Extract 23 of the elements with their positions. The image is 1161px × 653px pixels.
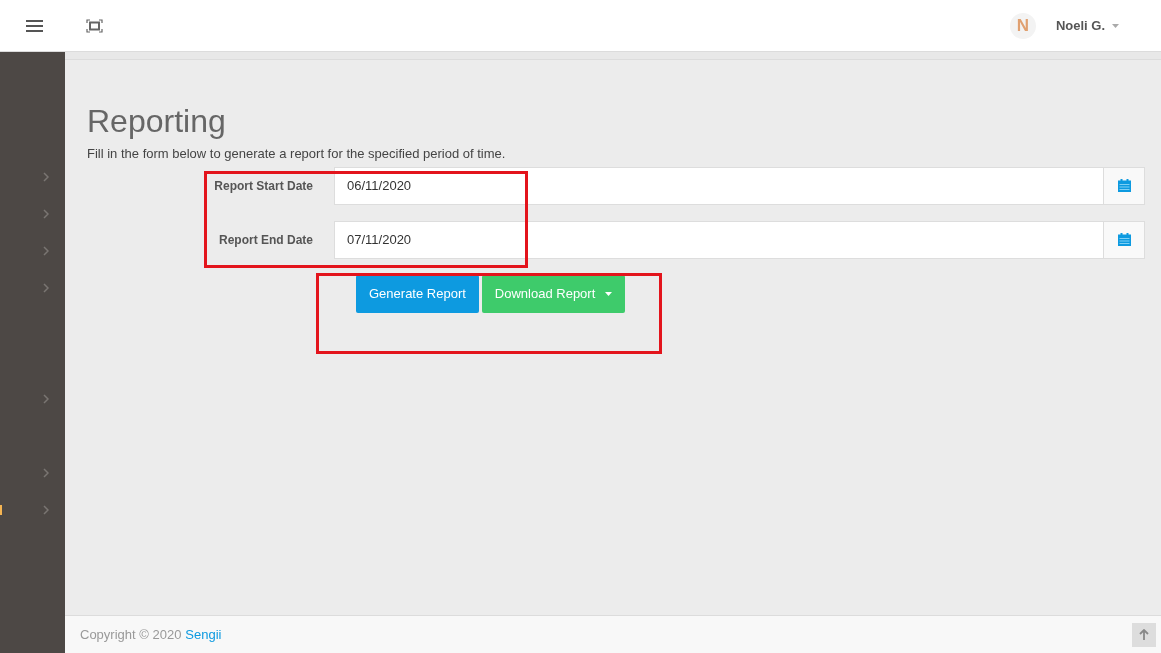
copyright-text: Copyright © 2020 xyxy=(80,625,182,644)
calendar-button[interactable] xyxy=(1103,221,1144,258)
caret-down-icon xyxy=(1112,23,1119,28)
scroll-top-button[interactable] xyxy=(1132,622,1156,647)
chevron-right-icon xyxy=(43,245,49,256)
fullscreen-icon[interactable] xyxy=(86,18,103,33)
chevron-right-icon xyxy=(43,208,49,219)
chevron-right-icon xyxy=(43,282,49,293)
chevron-right-icon xyxy=(43,467,49,478)
calendar-icon xyxy=(1117,233,1131,246)
page-description: Fill in the form below to generate a report for the specified period of time. xyxy=(87,145,507,163)
field-label: Report Start Date xyxy=(213,177,314,195)
calendar-icon xyxy=(1117,179,1131,192)
calendar-button[interactable] xyxy=(1103,167,1144,204)
chevron-right-icon xyxy=(43,504,49,515)
chevron-right-icon xyxy=(43,393,49,404)
arrow-up-icon xyxy=(1139,629,1149,640)
menu-icon[interactable] xyxy=(26,19,43,32)
field-label: Report End Date xyxy=(218,231,314,249)
page-title: Reporting xyxy=(87,102,227,140)
caret-down-icon xyxy=(605,291,613,296)
chevron-right-icon xyxy=(43,171,49,182)
user-menu[interactable]: Noeli G. xyxy=(1055,15,1119,36)
